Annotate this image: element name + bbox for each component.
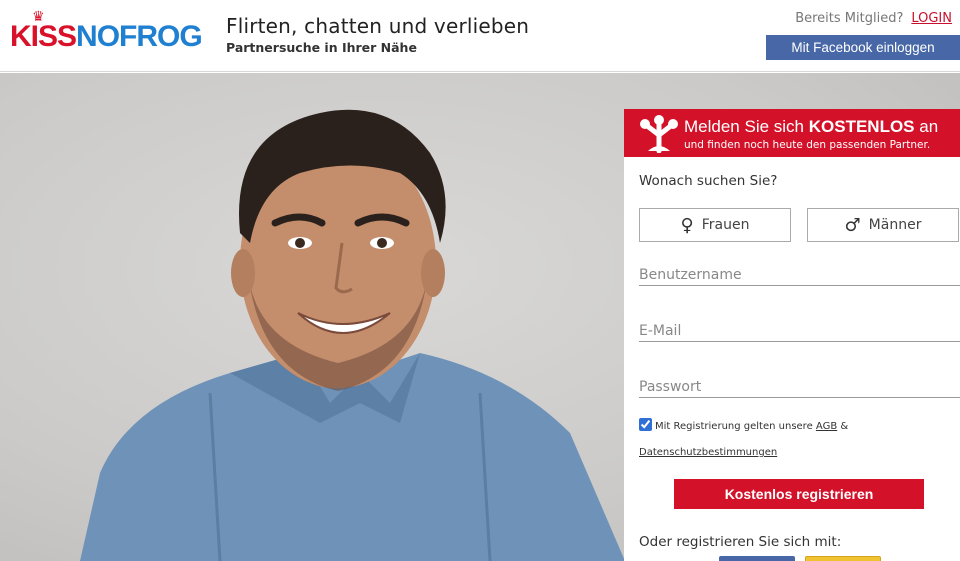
username-input[interactable] — [639, 264, 960, 286]
register-button[interactable]: Kostenlos registrieren — [674, 479, 924, 509]
women-label: Frauen — [701, 217, 750, 233]
terms-amp: & — [837, 421, 849, 432]
password-input[interactable] — [639, 376, 960, 398]
terms-checkbox[interactable] — [639, 418, 652, 431]
tagline: Flirten, chatten und verlieben Partnersu… — [226, 14, 529, 55]
panel-heading-suffix: an — [914, 117, 939, 136]
logo-kiss: KISS — [10, 20, 77, 53]
registration-panel: Melden Sie sich KOSTENLOS an und finden … — [624, 109, 960, 561]
privacy-link[interactable]: Datenschutzbestimmungen — [639, 447, 777, 458]
male-symbol-icon: ♂ — [844, 214, 861, 236]
frog-foot-icon — [640, 115, 678, 153]
terms-prefix: Mit Registrierung gelten unsere — [655, 421, 816, 432]
female-symbol-icon: ♀ — [680, 214, 694, 236]
panel-heading: Melden Sie sich KOSTENLOS an — [684, 117, 938, 137]
men-label: Männer — [868, 217, 922, 233]
women-button[interactable]: ♀ Frauen — [639, 208, 791, 242]
search-question: Wonach suchen Sie? — [639, 173, 778, 189]
terms-notice: Mit Registrierung gelten unsere AGB & Da… — [639, 414, 949, 466]
panel-heading-emph: KOSTENLOS — [808, 117, 915, 136]
hero-person-photo — [80, 109, 625, 561]
panel-subheading: und finden noch heute den passenden Part… — [684, 139, 931, 151]
member-text: Bereits Mitglied? — [795, 11, 904, 26]
site-header: ♛ KISSNOFROG Flirten, chatten und verlie… — [0, 0, 960, 72]
tagline-title: Flirten, chatten und verlieben — [226, 14, 530, 38]
panel-heading-prefix: Melden Sie sich — [684, 117, 809, 136]
panel-header: Melden Sie sich KOSTENLOS an und finden … — [624, 109, 960, 157]
alt-social-register-button[interactable] — [805, 556, 881, 561]
site-logo[interactable]: ♛ KISSNOFROG — [10, 10, 203, 54]
logo-nofrog: NOFROG — [76, 20, 203, 53]
alt-register-text: Oder registrieren Sie sich mit: — [639, 534, 842, 550]
login-link[interactable]: LOGIN — [911, 11, 952, 26]
men-button[interactable]: ♂ Männer — [807, 208, 959, 242]
facebook-login-button[interactable]: Mit Facebook einloggen — [766, 35, 960, 60]
member-area: Bereits Mitglied? LOGIN — [795, 11, 952, 26]
facebook-register-button[interactable] — [719, 556, 795, 561]
tagline-subtitle: Partnersuche in Ihrer Nähe — [226, 40, 417, 55]
email-input[interactable] — [639, 320, 960, 342]
agb-link[interactable]: AGB — [816, 421, 837, 432]
